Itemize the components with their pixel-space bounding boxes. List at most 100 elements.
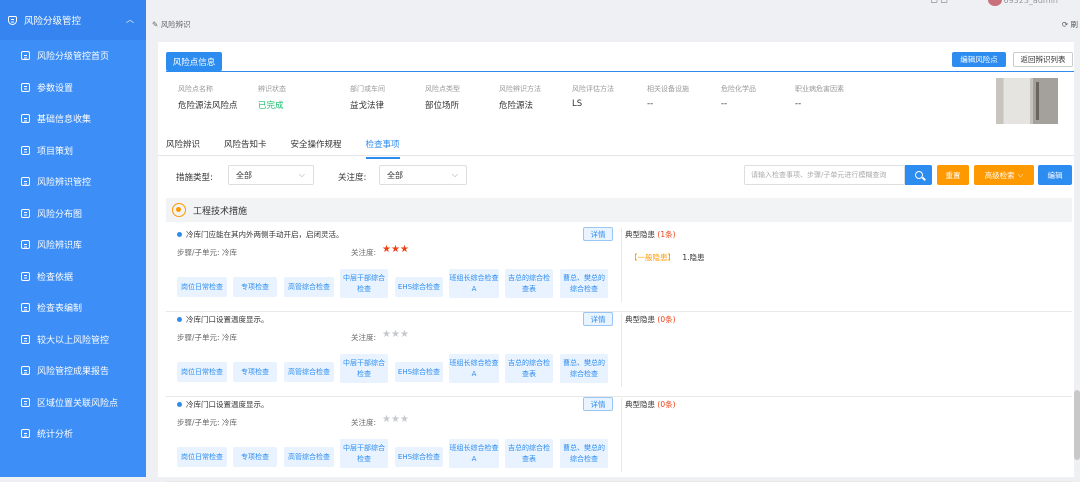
info-value: 危险源法风险点: [178, 101, 238, 111]
checklist-chip[interactable]: 专项检查: [233, 447, 277, 467]
back-to-list-button[interactable]: 返回辨识列表: [1013, 52, 1073, 67]
attention-select[interactable]: 全部 ⌵: [379, 165, 467, 185]
tab[interactable]: 检查事项: [365, 138, 400, 159]
sidebar-item[interactable]: 参数设置: [0, 72, 146, 104]
checklist-chip[interactable]: 曹总、樊总的综合检查: [560, 269, 608, 298]
step-field: 步骤/子单元: 冷库: [177, 247, 237, 258]
tab[interactable]: 风险辨识: [166, 138, 200, 159]
check-item: 冷库门口设置温度显示。 详情 步骤/子单元: 冷库 关注度: ★★★ 岗位日常检查 专项检查…: [166, 392, 1072, 482]
info-value: 危险源法: [499, 101, 534, 111]
info-label: 职业病危害因素: [795, 85, 844, 93]
checklist-chip[interactable]: 高管综合检查: [284, 362, 334, 382]
info-label: 危险化学品: [721, 85, 756, 93]
checklist-chip[interactable]: 中层干部综合检查: [340, 354, 388, 383]
edit-risk-point-button[interactable]: 编辑风险点: [952, 52, 1006, 67]
detail-button[interactable]: 详情: [583, 312, 613, 326]
hazard-level-tag: 【一般隐患】: [630, 253, 675, 262]
sidebar-item[interactable]: 风险辨识管控: [0, 166, 146, 198]
step-field: 步骤/子单元: 冷库: [177, 332, 237, 343]
sidebar-item[interactable]: 风险辨识库: [0, 229, 146, 261]
star-icon: ★: [399, 414, 409, 425]
section-title-risk-point: 风险点信息: [166, 52, 222, 71]
checklist-chip[interactable]: EHS综合检查: [395, 277, 443, 297]
menu-icon: [21, 334, 30, 344]
edit-button[interactable]: 编辑: [1038, 165, 1072, 185]
sidebar-item[interactable]: 区域位置关联风险点: [0, 387, 146, 419]
checklist-chip[interactable]: 高管综合检查: [284, 277, 334, 297]
tab[interactable]: 风险告知卡: [224, 138, 267, 159]
checklist-chip[interactable]: 专项检查: [233, 362, 277, 382]
info-value: LS: [572, 99, 583, 109]
checklist-chip[interactable]: 岗位日常检查: [177, 447, 227, 467]
sidebar-item[interactable]: 风险管控成果报告: [0, 355, 146, 387]
checklist-chip[interactable]: 曹总、樊总的综合检查: [560, 354, 608, 383]
checklist-chip[interactable]: EHS综合检查: [395, 362, 443, 382]
checklist-chip[interactable]: 岗位日常检查: [177, 277, 227, 297]
hazard-label: 典型隐患: [625, 315, 655, 324]
search-icon: [914, 171, 923, 179]
step-field: 步骤/子单元: 冷库: [177, 417, 237, 428]
sidebar-item[interactable]: 风险分级管控首页: [0, 40, 146, 72]
star-icon: ★: [382, 414, 391, 425]
breadcrumb-current[interactable]: 风险辨识: [161, 20, 191, 29]
attention-rating: ★★★: [382, 244, 409, 255]
info-field: 风险点名称 危险源法风险点: [178, 84, 238, 111]
tab[interactable]: 安全操作规程: [291, 138, 342, 159]
checklist-chip[interactable]: EHS综合检查: [395, 447, 443, 467]
search-input[interactable]: 请输入检查事项、步骤/子单元进行模糊查询: [744, 165, 905, 185]
sidebar-group-risk-control[interactable]: 风险分级管控 ︿: [0, 0, 146, 40]
sidebar-item[interactable]: 检查依据: [0, 261, 146, 293]
checklist-chip[interactable]: 吉总的综合检查表: [505, 354, 553, 383]
star-icon: ★: [390, 414, 400, 425]
attention-field-label: 关注度:: [351, 333, 377, 342]
sidebar-item[interactable]: 基础信息收集: [0, 103, 146, 135]
sidebar-item[interactable]: 较大以上风险管控: [0, 324, 146, 356]
menu-icon: [21, 82, 30, 92]
sidebar-item-label: 检查表编制: [37, 304, 83, 315]
info-field: 风险评估方法 LS: [572, 84, 614, 109]
typical-hazard: 典型隐患 (0条): [625, 314, 676, 325]
scrollbar[interactable]: [1074, 390, 1080, 460]
attention-field-label: 关注度:: [351, 248, 377, 257]
checklist-chip[interactable]: 中层干部综合检查: [340, 439, 388, 468]
measure-type-label: 措施类型:: [176, 173, 213, 183]
checklist-chip[interactable]: 吉总的综合检查表: [505, 269, 553, 298]
checklist-chip[interactable]: 吉总的综合检查表: [505, 439, 553, 468]
checklist-chip[interactable]: 岗位日常检查: [177, 362, 227, 382]
checklist-chip[interactable]: 高管综合检查: [284, 447, 334, 467]
sidebar-item-label: 基础信息收集: [37, 115, 92, 126]
username[interactable]: 69323_admin: [1003, 0, 1058, 5]
sidebar-item[interactable]: 统计分析: [0, 418, 146, 450]
search-button[interactable]: [905, 165, 932, 185]
top-icons[interactable]: ▭ ▭: [930, 0, 948, 5]
sidebar-item-label: 区域位置关联风险点: [37, 398, 119, 409]
step-label: 步骤/子单元:: [177, 333, 220, 342]
detail-button[interactable]: 详情: [583, 227, 613, 241]
sidebar-item-label: 风险分级管控首页: [37, 52, 110, 63]
checklist-chip[interactable]: 中层干部综合检查: [340, 269, 388, 298]
sidebar-item[interactable]: 检查表编制: [0, 292, 146, 324]
sidebar-item[interactable]: 风险分布图: [0, 198, 146, 230]
checklist-chip[interactable]: 班组长综合检查A: [449, 354, 499, 383]
hazard-entry[interactable]: 【一般隐患】 1.隐患: [630, 252, 705, 263]
sidebar-item-label: 检查依据: [37, 272, 74, 283]
refresh-button[interactable]: ⟳ 刷: [1062, 19, 1078, 30]
sidebar-item[interactable]: 项目策划: [0, 135, 146, 167]
measure-type-select[interactable]: 全部 ⌵: [228, 165, 314, 185]
avatar[interactable]: [988, 0, 1002, 6]
checklist-chip[interactable]: 班组长综合检查A: [449, 439, 499, 468]
checklist-chip[interactable]: 专项检查: [233, 277, 277, 297]
chevron-down-icon: ⌵: [298, 170, 305, 179]
menu-icon: [21, 303, 30, 313]
step-label: 步骤/子单元:: [177, 418, 220, 427]
checklist-chip[interactable]: 班组长综合检查A: [449, 269, 499, 298]
info-value: 已完成: [258, 101, 284, 111]
advanced-search-button[interactable]: 高级检索 ⌵: [974, 165, 1034, 185]
checklist-chip[interactable]: 曹总、樊总的综合检查: [560, 439, 608, 468]
bullet-dot: [177, 317, 182, 322]
detail-button[interactable]: 详情: [583, 397, 613, 411]
menu-icon: [21, 208, 30, 218]
risk-point-photo[interactable]: [996, 78, 1058, 124]
menu-icon: [21, 51, 30, 61]
reset-button[interactable]: 重置: [937, 165, 969, 185]
